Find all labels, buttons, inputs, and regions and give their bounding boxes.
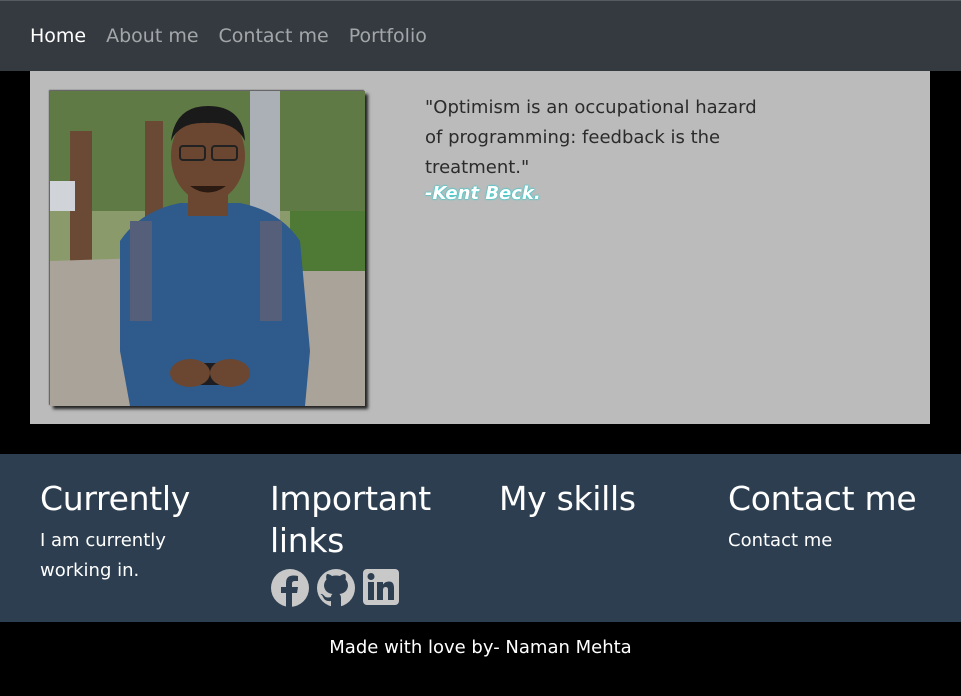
facebook-icon[interactable] <box>270 568 310 608</box>
skills-heading: My skills <box>499 479 636 518</box>
footer-skills-column: My skills <box>499 478 719 520</box>
quote-author: -Kent Beck. <box>425 183 541 204</box>
nav-about-link[interactable]: About me <box>106 25 198 47</box>
currently-heading: Currently <box>40 479 190 518</box>
nav-contact-link[interactable]: Contact me <box>219 25 329 47</box>
currently-text: I am currently working in. <box>40 530 166 581</box>
github-icon[interactable] <box>316 568 356 608</box>
social-links <box>270 568 470 608</box>
linkedin-icon[interactable] <box>362 568 400 608</box>
navbar: Home About me Contact me Portfolio <box>0 0 961 71</box>
nav-portfolio-link[interactable]: Portfolio <box>349 25 427 47</box>
contact-link[interactable]: Contact me <box>728 526 948 556</box>
profile-photo-illustration <box>50 91 365 406</box>
contact-heading: Contact me <box>728 479 917 518</box>
links-heading: Important links <box>270 479 431 560</box>
credit-bar: Made with love by- Naman Mehta <box>0 622 961 696</box>
quote-text: "Optimism is an occupational hazard of p… <box>425 97 757 178</box>
footer-links-column: Important links <box>270 478 470 608</box>
footer: Currently I am currently working in. Imp… <box>0 454 961 622</box>
hero-section: "Optimism is an occupational hazard of p… <box>30 71 930 424</box>
footer-currently-column: Currently I am currently working in. <box>40 478 260 586</box>
nav-home-link[interactable]: Home <box>30 25 86 47</box>
profile-photo <box>50 91 365 406</box>
credit-text: Made with love by- Naman Mehta <box>329 637 632 658</box>
footer-contact-column: Contact me Contact me <box>728 478 948 556</box>
quote-block: "Optimism is an occupational hazard of p… <box>425 93 770 205</box>
